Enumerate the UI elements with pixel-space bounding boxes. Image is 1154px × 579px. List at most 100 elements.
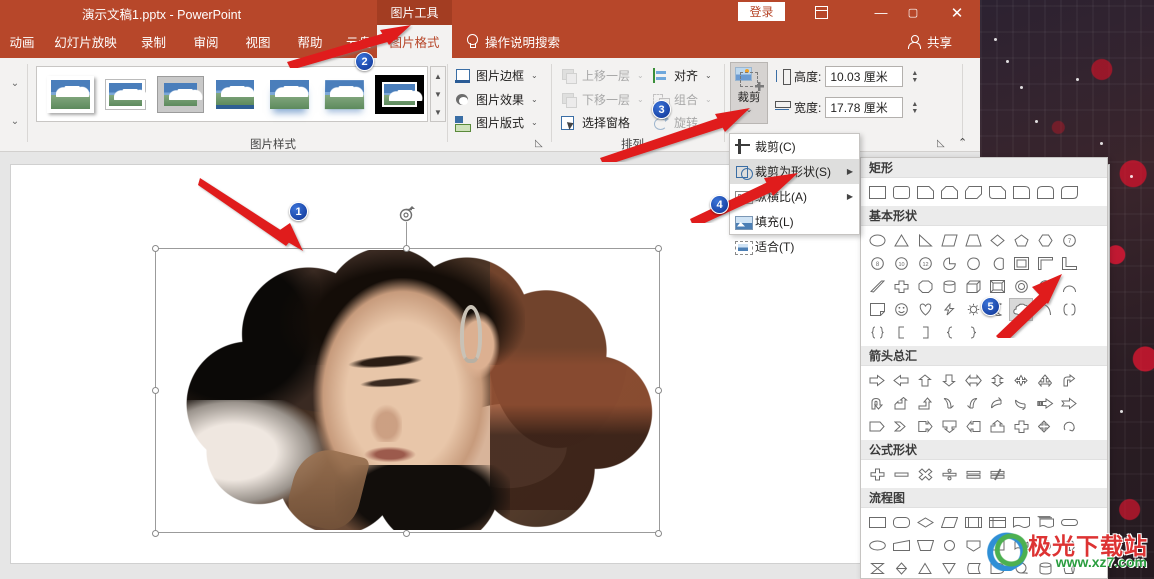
shape-lightning-bolt[interactable] xyxy=(937,298,961,321)
shape-left-right-arrow[interactable] xyxy=(961,369,985,392)
resize-handle-n[interactable] xyxy=(403,245,410,252)
shape-division[interactable] xyxy=(937,463,961,486)
shape-parallelogram[interactable] xyxy=(937,229,961,252)
shape-chevron[interactable] xyxy=(889,415,913,438)
height-spinner[interactable]: ▲ ▼ xyxy=(908,66,921,87)
tab-slideshow[interactable]: 幻灯片放映 xyxy=(44,25,127,58)
shape-dodecagon[interactable]: 12 xyxy=(913,252,937,275)
shape-flowchart-manual-input[interactable] xyxy=(889,534,913,557)
shape-flowchart-document[interactable] xyxy=(1009,511,1033,534)
shape-curved-left-arrow[interactable] xyxy=(961,392,985,415)
shape-up-arrow-callout[interactable] xyxy=(985,415,1009,438)
resize-handle-e[interactable] xyxy=(655,387,662,394)
shape-flowchart-collate[interactable] xyxy=(865,557,889,578)
picture-style-thumb-2[interactable] xyxy=(101,75,150,113)
shape-left-bracket[interactable] xyxy=(889,321,913,344)
shape-flowchart-merge[interactable] xyxy=(937,557,961,578)
share-button[interactable]: 共享 xyxy=(908,25,952,58)
shape-cross[interactable] xyxy=(889,275,913,298)
picture-border-button[interactable]: 图片边框 ⌄ xyxy=(452,65,541,86)
shape-flowchart-sequential-access-storage[interactable] xyxy=(1009,557,1033,578)
shape-diagonal-stripe[interactable] xyxy=(865,275,889,298)
resize-handle-ne[interactable] xyxy=(655,245,662,252)
height-input[interactable]: 10.03 厘米 xyxy=(825,66,904,87)
shape-round-same-side-corner-rectangle[interactable] xyxy=(1033,181,1057,204)
gallery-scroll-down-icon[interactable]: ▼ xyxy=(431,85,445,103)
shape-flowchart-connector[interactable] xyxy=(937,534,961,557)
shape-diamond[interactable] xyxy=(985,229,1009,252)
crop-menu-item-fit[interactable]: 适合(T) xyxy=(730,234,859,259)
crop-dropdown-chevron-icon[interactable]: ⌄ xyxy=(746,105,753,115)
width-spin-down-icon[interactable]: ▼ xyxy=(911,108,918,115)
shape-flowchart-punched-tape[interactable] xyxy=(1009,534,1033,557)
shape-round-single-corner-rectangle[interactable] xyxy=(1009,181,1033,204)
shape-equal[interactable] xyxy=(961,463,985,486)
tab-view[interactable]: 视图 xyxy=(232,25,284,58)
shape-no-symbol[interactable] xyxy=(1033,275,1057,298)
tab-review[interactable]: 审阅 xyxy=(180,25,232,58)
shape-trapezoid[interactable] xyxy=(961,229,985,252)
maximize-button[interactable]: ▢ xyxy=(890,0,936,25)
shape-octagon[interactable]: 8 xyxy=(865,252,889,275)
crop-menu-item-crop[interactable]: 裁剪(C) xyxy=(730,134,859,159)
gallery-more-icon[interactable]: ▼ xyxy=(431,103,445,121)
shape-arc-open[interactable] xyxy=(1033,298,1057,321)
width-spinner[interactable]: ▲ ▼ xyxy=(908,97,921,118)
resize-handle-se[interactable] xyxy=(655,530,662,537)
shape-flowchart-or[interactable] xyxy=(1057,534,1081,557)
tab-help[interactable]: 帮助 xyxy=(284,25,336,58)
shape-oval[interactable] xyxy=(865,229,889,252)
shape-notched-right-arrow[interactable] xyxy=(1057,392,1081,415)
shape-quad-arrow[interactable] xyxy=(1009,369,1033,392)
height-spin-down-icon[interactable]: ▼ xyxy=(911,77,918,84)
shape-left-up-arrow[interactable] xyxy=(889,392,913,415)
tab-record[interactable]: 录制 xyxy=(127,25,180,58)
picture-style-thumb-7-selected[interactable] xyxy=(375,74,426,114)
shape-hexagon[interactable] xyxy=(1033,229,1057,252)
shape-snip-diagonal-corner-rectangle[interactable] xyxy=(961,181,985,204)
shape-cylinder[interactable] xyxy=(937,275,961,298)
shape-curved-right-arrow[interactable] xyxy=(937,392,961,415)
picture-styles-scrollbar[interactable]: ▲ ▼ ▼ xyxy=(430,66,446,122)
shape-curved-down-arrow[interactable] xyxy=(1009,392,1033,415)
shape-heart[interactable] xyxy=(913,298,937,321)
picture-style-thumb-5[interactable] xyxy=(266,75,314,113)
crop-menu-item-fill[interactable]: 填充(L) xyxy=(730,209,859,234)
shape-flowchart-sort[interactable] xyxy=(889,557,913,578)
shape-flowchart-preparation[interactable] xyxy=(865,534,889,557)
shape-flowchart-delay[interactable] xyxy=(985,557,1009,578)
resize-handle-s[interactable] xyxy=(403,530,410,537)
width-input[interactable]: 17.78 厘米 xyxy=(825,97,904,118)
shape-decagon[interactable]: 10 xyxy=(889,252,913,275)
crop-button[interactable]: 裁剪 ⌄ xyxy=(730,62,768,124)
shape-up-arrow[interactable] xyxy=(913,369,937,392)
shape-double-bracket[interactable] xyxy=(1057,298,1081,321)
shape-right-arrow-callout[interactable] xyxy=(913,415,937,438)
resize-handle-nw[interactable] xyxy=(152,245,159,252)
ribbon-overflow-chevrons[interactable]: ⌄ ⌄ xyxy=(4,78,26,127)
shape-flowchart-decision[interactable] xyxy=(913,511,937,534)
shape-circular-arrow[interactable] xyxy=(1057,415,1081,438)
tell-me-search[interactable]: 操作说明搜索 xyxy=(465,25,560,58)
picture-style-thumb-6[interactable] xyxy=(321,75,369,113)
shape-bent-arrow[interactable] xyxy=(1057,369,1081,392)
shape-minus[interactable] xyxy=(889,463,913,486)
crop-to-shape-gallery[interactable]: 矩形 基本形状 7 8 10 12 箭头总汇 公式形状 流程图 xyxy=(860,157,1108,579)
selection-pane-button[interactable]: 选择窗格 xyxy=(558,112,633,133)
picture-style-thumb-1[interactable] xyxy=(47,75,94,113)
shape-down-arrow-callout[interactable] xyxy=(937,415,961,438)
close-button[interactable]: ✕ xyxy=(934,0,980,25)
shape-curved-up-arrow[interactable] xyxy=(985,392,1009,415)
picture-effects-button[interactable]: 图片效果 ⌄ xyxy=(452,89,541,110)
shape-flowchart-manual-operation[interactable] xyxy=(913,534,937,557)
shape-u-turn-arrow[interactable] xyxy=(865,392,889,415)
shape-regular-pentagon-plus[interactable] xyxy=(913,275,937,298)
shape-flowchart-multidocument[interactable] xyxy=(1033,511,1057,534)
shape-flowchart-stored-data[interactable] xyxy=(961,557,985,578)
shape-flowchart-extract[interactable] xyxy=(913,557,937,578)
shape-chord[interactable] xyxy=(985,252,1009,275)
shape-bevel[interactable] xyxy=(985,275,1009,298)
gallery-scroll-up-icon[interactable]: ▲ xyxy=(431,67,445,85)
shape-cube[interactable] xyxy=(961,275,985,298)
shape-flowchart-internal-storage[interactable] xyxy=(985,511,1009,534)
